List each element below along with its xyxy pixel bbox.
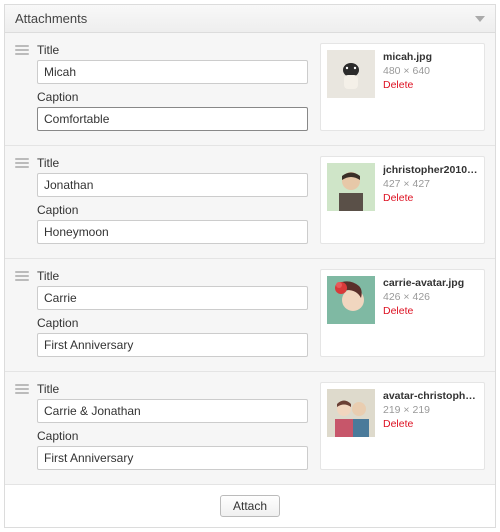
attachments-list: TitleCaptionmicah.jpg480 × 640DeleteTitl… <box>5 33 495 484</box>
filename: avatar-christophers.... <box>383 389 478 403</box>
title-label: Title <box>37 43 308 57</box>
caption-label: Caption <box>37 429 308 443</box>
title-label: Title <box>37 382 308 396</box>
attachment-row: Title Caption carrie-avatar.jpg426 × 426De… <box>5 259 495 372</box>
attachment-row: Title Caption jchristopher2010.2.jpg427 × … <box>5 146 495 259</box>
thumbnail <box>327 50 375 98</box>
thumbnail <box>327 389 375 437</box>
panel-footer: Attach <box>5 484 495 527</box>
attach-button[interactable]: Attach <box>220 495 280 517</box>
delete-link[interactable]: Delete <box>383 78 478 92</box>
filename: carrie-avatar.jpg <box>383 276 478 290</box>
thumbnail <box>327 163 375 211</box>
filename: micah.jpg <box>383 50 478 64</box>
drag-handle-icon[interactable] <box>15 158 29 168</box>
dimensions: 219 × 219 <box>383 403 478 417</box>
dimensions: 426 × 426 <box>383 290 478 304</box>
delete-link[interactable]: Delete <box>383 304 478 318</box>
filename: jchristopher2010.2.jpg <box>383 163 478 177</box>
dimensions: 480 × 640 <box>383 64 478 78</box>
attachment-row: Title Caption avatar-christophers....219 ×… <box>5 372 495 484</box>
caption-input[interactable] <box>37 220 308 244</box>
drag-handle-icon[interactable] <box>15 45 29 55</box>
caption-input[interactable] <box>37 107 308 131</box>
title-input[interactable] <box>37 286 308 310</box>
title-label: Title <box>37 269 308 283</box>
attachment-meta: micah.jpg480 × 640Delete <box>320 43 485 131</box>
caption-input[interactable] <box>37 333 308 357</box>
title-input[interactable] <box>37 399 308 423</box>
panel-title: Attachments <box>15 11 87 26</box>
thumbnail <box>327 276 375 324</box>
attachment-row: Title Caption micah.jpg480 × 640Delete <box>5 33 495 146</box>
caption-label: Caption <box>37 90 308 104</box>
attachments-panel: Attachments Title Caption micah.jpg480 × 6… <box>4 4 496 528</box>
title-input[interactable] <box>37 173 308 197</box>
panel-header[interactable]: Attachments <box>5 5 495 33</box>
caption-label: Caption <box>37 316 308 330</box>
title-input[interactable] <box>37 60 308 84</box>
title-label: Title <box>37 156 308 170</box>
drag-handle-icon[interactable] <box>15 271 29 281</box>
delete-link[interactable]: Delete <box>383 417 478 431</box>
dimensions: 427 × 427 <box>383 177 478 191</box>
attachment-meta: carrie-avatar.jpg426 × 426Delete <box>320 269 485 357</box>
chevron-down-icon[interactable] <box>475 16 485 22</box>
delete-link[interactable]: Delete <box>383 191 478 205</box>
drag-handle-icon[interactable] <box>15 384 29 394</box>
attachment-meta: avatar-christophers....219 × 219Delete <box>320 382 485 470</box>
attachment-meta: jchristopher2010.2.jpg427 × 427Delete <box>320 156 485 244</box>
caption-label: Caption <box>37 203 308 217</box>
caption-input[interactable] <box>37 446 308 470</box>
